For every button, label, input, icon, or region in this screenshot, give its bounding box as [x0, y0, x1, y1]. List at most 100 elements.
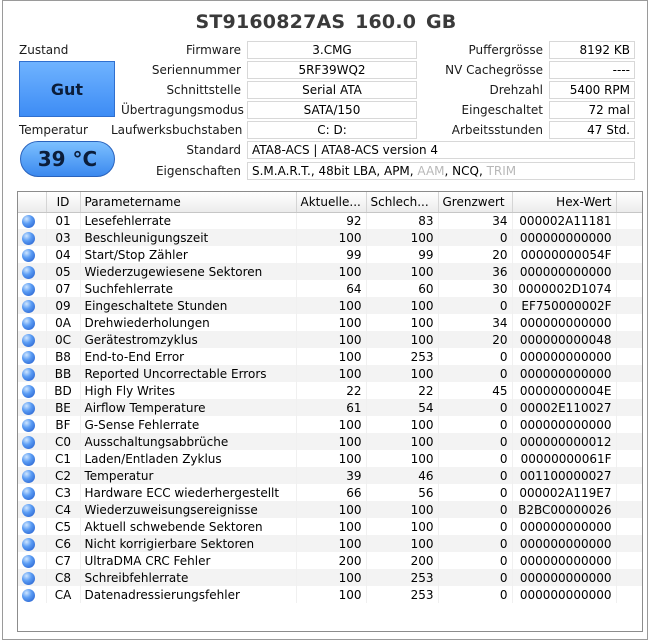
attr-threshold: 0 — [438, 586, 513, 603]
col-raw-value[interactable]: Hex-Wert — [512, 192, 617, 213]
attr-worst: 100 — [366, 297, 439, 314]
table-row[interactable]: 01 Lesefehlerrate 92 83 34 000002A11181 — [18, 212, 642, 229]
attr-threshold: 0 — [438, 552, 513, 569]
buffer-size-value: 8192 KB — [549, 41, 635, 59]
attr-worst: 22 — [366, 382, 439, 399]
transfer-mode-value: SATA/150 — [247, 101, 417, 119]
attr-threshold: 0 — [438, 501, 513, 518]
attr-id: C6 — [46, 535, 81, 552]
attr-raw: 00000000054F — [512, 246, 617, 263]
attr-id: CA — [46, 586, 81, 603]
row-filler — [616, 535, 642, 552]
attr-name: Reported Uncorrectable Errors — [80, 365, 297, 382]
attr-current: 100 — [296, 450, 367, 467]
rotation-rate-label: Drehzahl — [489, 83, 544, 97]
row-filler — [616, 484, 642, 501]
row-filler — [616, 280, 642, 297]
attr-current: 66 — [296, 484, 367, 501]
table-row[interactable]: BE Airflow Temperature 61 54 0 00002E110027 — [18, 399, 642, 416]
attr-worst: 99 — [366, 246, 439, 263]
firmware-value: 3.CMG — [247, 41, 417, 59]
attr-name: Wiederzuweisungsereignisse — [80, 501, 297, 518]
status-good-icon — [22, 350, 35, 364]
table-row[interactable]: 07 Suchfehlerrate 64 60 30 0000002D1074 — [18, 280, 642, 297]
attr-raw: EF750000002F — [512, 297, 617, 314]
table-row[interactable]: 03 Beschleunigungszeit 100 100 0 000000000000 — [18, 229, 642, 246]
col-id[interactable]: ID — [46, 192, 81, 213]
status-icon — [18, 433, 47, 450]
table-row[interactable]: C0 Ausschaltungsabbrüche 100 100 0 0000000000… — [18, 433, 642, 450]
table-header-row: ID Parametername Aktuelle... Schlech... … — [18, 192, 642, 213]
temperature-badge[interactable]: 39 °C — [20, 141, 115, 177]
col-filler — [616, 192, 642, 213]
row-filler — [616, 297, 642, 314]
status-good-icon — [22, 571, 35, 585]
table-row[interactable]: C6 Nicht korrigierbare Sektoren 100 100 0 000… — [18, 535, 642, 552]
col-status[interactable] — [18, 192, 47, 213]
attr-current: 100 — [296, 433, 367, 450]
table-row[interactable]: C5 Aktuell schwebende Sektoren 100 100 0 0000… — [18, 518, 642, 535]
smart-table[interactable]: ID Parametername Aktuelle... Schlech... … — [17, 191, 643, 632]
transfer-mode-label: Übertragungsmodus — [121, 103, 244, 117]
features-active: S.M.A.R.T., 48bit LBA, APM, — [252, 164, 418, 178]
attr-threshold: 34 — [438, 314, 513, 331]
table-row[interactable]: C3 Hardware ECC wiederhergestellt 66 56 0 000… — [18, 484, 642, 501]
table-row[interactable]: C4 Wiederzuweisungsereignisse 100 100 0 B2BC0… — [18, 501, 642, 518]
attr-threshold: 20 — [438, 246, 513, 263]
attr-worst: 200 — [366, 552, 439, 569]
attr-worst: 253 — [366, 586, 439, 603]
status-icon — [18, 535, 47, 552]
standard-label: Standard — [186, 143, 241, 157]
attr-raw: 000000000000 — [512, 229, 617, 246]
table-row[interactable]: 04 Start/Stop Zähler 99 99 20 00000000054F — [18, 246, 642, 263]
status-icon — [18, 382, 47, 399]
attr-name: Gerätestromzyklus — [80, 331, 297, 348]
table-row[interactable]: BD High Fly Writes 22 22 45 00000000004E — [18, 382, 642, 399]
attr-threshold: 0 — [438, 484, 513, 501]
attr-raw: 000000000000 — [512, 365, 617, 382]
col-current[interactable]: Aktuelle... — [296, 192, 367, 213]
table-row[interactable]: C2 Temperatur 39 46 0 001100000027 — [18, 467, 642, 484]
attr-name: Drehwiederholungen — [80, 314, 297, 331]
status-icon — [18, 484, 47, 501]
table-row[interactable]: C1 Laden/Entladen Zyklus 100 100 0 0000000006… — [18, 450, 642, 467]
attr-id: 04 — [46, 246, 81, 263]
row-filler — [616, 518, 642, 535]
table-row[interactable]: CA Datenadressierungsfehler 100 253 0 0000000… — [18, 586, 642, 603]
attr-id: B8 — [46, 348, 81, 365]
table-row[interactable]: 0A Drehwiederholungen 100 100 34 000000000000 — [18, 314, 642, 331]
attr-name: Lesefehlerrate — [80, 212, 297, 229]
table-row[interactable]: 05 Wiederzugewiesene Sektoren 100 100 36 0000… — [18, 263, 642, 280]
col-threshold[interactable]: Grenzwert — [438, 192, 513, 213]
feature-trim: TRIM — [486, 164, 517, 178]
table-row[interactable]: 0C Gerätestromzyklus 100 100 20 000000000048 — [18, 331, 642, 348]
table-row[interactable]: C8 Schreibfehlerrate 100 253 0 000000000000 — [18, 569, 642, 586]
row-filler — [616, 348, 642, 365]
table-row[interactable]: BB Reported Uncorrectable Errors 100 100 0 00… — [18, 365, 642, 382]
attr-id: BF — [46, 416, 81, 433]
table-row[interactable]: BF G-Sense Fehlerrate 100 100 0 000000000000 — [18, 416, 642, 433]
attr-id: 0C — [46, 331, 81, 348]
row-filler — [616, 263, 642, 280]
attr-name: G-Sense Fehlerrate — [80, 416, 297, 433]
attr-name: Eingeschaltete Stunden — [80, 297, 297, 314]
status-icon — [18, 467, 47, 484]
attr-worst: 253 — [366, 348, 439, 365]
table-row[interactable]: 09 Eingeschaltete Stunden 100 100 0 EF7500000… — [18, 297, 642, 314]
attr-raw: 00000000061F — [512, 450, 617, 467]
attr-threshold: 0 — [438, 569, 513, 586]
firmware-label: Firmware — [186, 43, 241, 57]
attr-current: 100 — [296, 297, 367, 314]
col-worst[interactable]: Schlech... — [366, 192, 439, 213]
attr-id: C5 — [46, 518, 81, 535]
table-row[interactable]: B8 End-to-End Error 100 253 0 000000000000 — [18, 348, 642, 365]
attr-id: C3 — [46, 484, 81, 501]
col-attribute-name[interactable]: Parametername — [80, 192, 297, 213]
attr-raw: 000000000048 — [512, 331, 617, 348]
health-status-button[interactable]: Gut — [19, 61, 115, 117]
interface-value: Serial ATA — [247, 81, 417, 99]
table-row[interactable]: C7 UltraDMA CRC Fehler 200 200 0 000000000000 — [18, 552, 642, 569]
attr-worst: 100 — [366, 450, 439, 467]
attr-name: Temperatur — [80, 467, 297, 484]
attr-raw: 000002A11181 — [512, 212, 617, 229]
